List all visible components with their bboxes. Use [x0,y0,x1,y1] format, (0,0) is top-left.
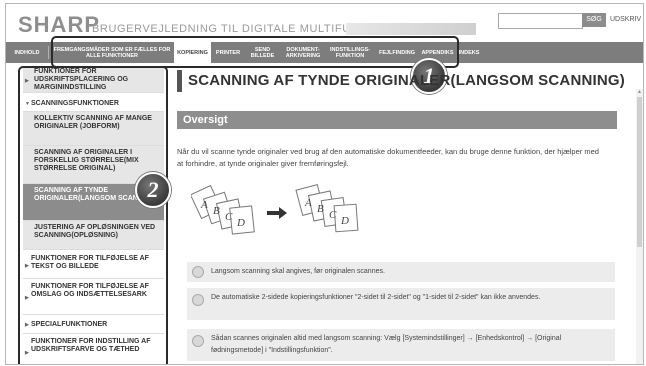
letter-d: D [236,217,245,229]
letter-d: D [340,215,349,227]
feeding-illustration: A B C D A B C D [191,183,359,235]
section-title: Oversigt [177,111,617,129]
letter-a: A [304,197,312,209]
letter-c: C [225,211,233,223]
callout-frame-tabs [51,36,459,68]
tab-indeks[interactable]: INDEKS [457,42,481,63]
note-item: Sådan scannes originalen altid med langs… [187,329,615,361]
callout-frame-sidebar [18,66,168,364]
callout-badge-2: 2 [135,172,171,208]
letter-a: A [200,199,208,211]
note-item: Langsom scanning skal angives, før origi… [187,262,615,282]
note-item: De automatiske 2-sidede kopieringsfunkti… [187,288,615,320]
scroll-up-icon[interactable]: ▲ [636,89,643,96]
tab-indhold[interactable]: INDHOLD [8,42,46,63]
scroll-thumb[interactable] [637,97,642,247]
print-link[interactable]: UDSKRIV [610,13,641,27]
letter-b: B [213,205,220,217]
manual-window: SHARP BRUGERVEJLEDNING TIL DIGITALE MULT… [5,3,644,365]
search-input[interactable] [498,13,583,29]
info-icon [192,266,204,278]
sharp-logo[interactable]: SHARP [18,12,100,38]
header: SHARP BRUGERVEJLEDNING TIL DIGITALE MULT… [6,4,643,40]
arrow-icon [267,207,287,219]
letter-b: B [317,203,324,215]
aligned-pages-icon: A B C D [295,183,359,233]
tab-divider [48,46,49,59]
intro-text: Når du vil scanne tynde originaler ved b… [177,147,599,168]
letter-c: C [329,209,337,221]
main-content: SCANNING AF TYNDE ORIGINALER(LANGSOM SCA… [169,67,643,364]
vertical-scrollbar[interactable]: ▲ [636,89,643,364]
page-title: SCANNING AF TYNDE ORIGINALER(LANGSOM SCA… [177,70,625,92]
skewed-pages-icon: A B C D [191,184,255,235]
title-decoration [346,23,476,35]
info-icon [192,294,204,306]
search-button[interactable]: SØG [582,13,606,27]
settings-icon [192,335,204,347]
